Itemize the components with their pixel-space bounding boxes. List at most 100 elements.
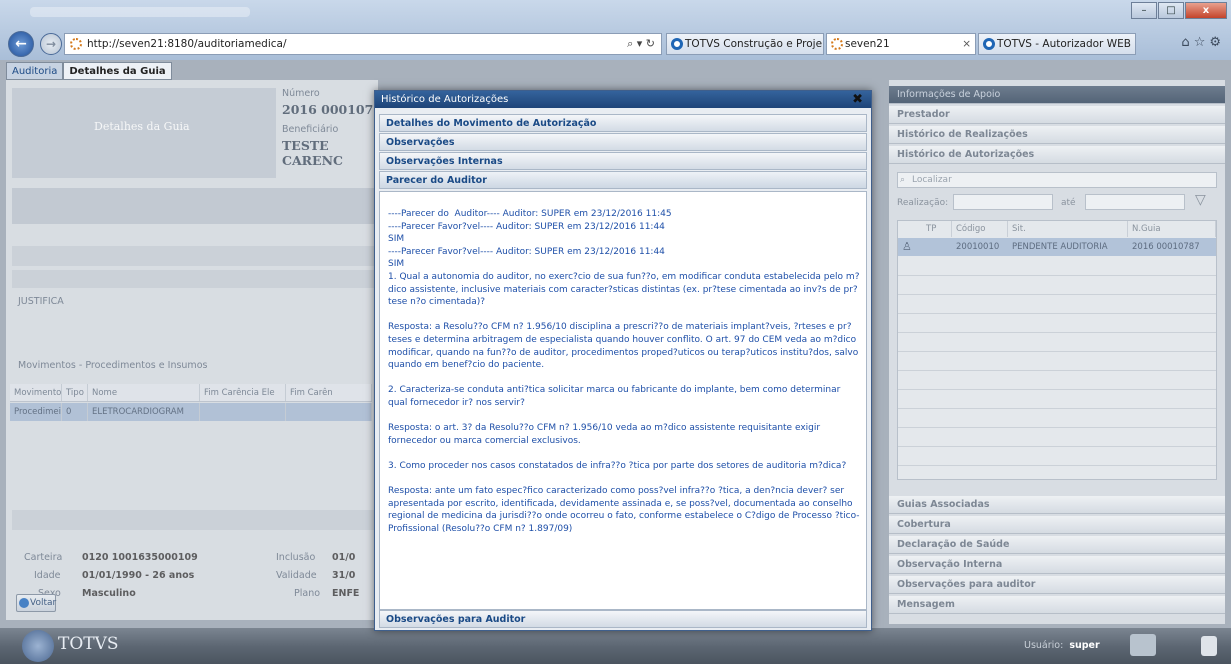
beneficiario-label: Beneficiário: [282, 124, 339, 135]
col-fim-carencia[interactable]: Fim Carên: [286, 384, 372, 401]
apoio-section-prestador[interactable]: Prestador: [889, 106, 1225, 124]
tab-auditoria[interactable]: Auditoria: [6, 62, 64, 80]
page-loading-icon: [70, 38, 82, 50]
user-info: Usuário: super: [1024, 640, 1100, 651]
info-strip: [12, 270, 378, 288]
apoio-section-cobertura[interactable]: Cobertura: [889, 516, 1225, 534]
home-icon[interactable]: ⌂: [1181, 35, 1193, 50]
apoio-section-observacao-interna[interactable]: Observação Interna: [889, 556, 1225, 574]
section-observacoes[interactable]: Observações: [379, 133, 867, 151]
section-parecer-auditor[interactable]: Parecer do Auditor: [379, 171, 867, 189]
carteira-value: 0120 1001635000109: [82, 552, 198, 563]
realizacao-end-input[interactable]: [1085, 194, 1185, 210]
browser-tab-label: TOTVS Construção e Proje...: [685, 38, 824, 50]
col-codigo[interactable]: Código: [952, 221, 1008, 237]
col-movimento[interactable]: Movimento: [10, 384, 62, 401]
section-detalhes-movimento[interactable]: Detalhes do Movimento de Autorização: [379, 114, 867, 132]
cell-fim-carencia: [286, 403, 372, 421]
close-icon[interactable]: ✖: [852, 91, 863, 108]
sexo-value: Masculino: [82, 588, 136, 599]
totvs-logo-icon: [22, 630, 54, 662]
favorites-star-icon[interactable]: ☆: [1194, 35, 1210, 50]
usuario-value: super: [1069, 640, 1100, 651]
cell-movimento: Procedimei: [10, 403, 62, 421]
home-icon[interactable]: [1130, 634, 1156, 656]
window-titlebar: – □ x: [0, 0, 1231, 27]
search-refresh-icon[interactable]: ⌕ ▾ ↻: [627, 34, 655, 54]
footer-bar: TOTVS Usuário: super: [0, 628, 1231, 664]
col-guia[interactable]: N.Guia: [1128, 221, 1216, 237]
search-icon: ⌕: [900, 175, 906, 185]
browser-tab-construcao[interactable]: TOTVS Construção e Proje...: [666, 33, 824, 55]
row-divider: [898, 313, 1216, 314]
tab-detalhes-guia[interactable]: Detalhes da Guia: [63, 62, 172, 80]
table-row[interactable]: ♙ 20010010 PENDENTE AUDITORIA 2016 00010…: [898, 238, 1216, 256]
address-bar[interactable]: http://seven21:8180/auditoriamedica/ ⌕ ▾…: [64, 33, 662, 55]
forward-button[interactable]: →: [40, 33, 62, 55]
idade-value: 01/01/1990 - 26 anos: [82, 570, 195, 581]
section-observacoes-para-auditor[interactable]: Observações para Auditor: [379, 610, 867, 628]
dialog-title: Histórico de Autorizações: [381, 94, 509, 105]
row-divider: [898, 446, 1216, 447]
window-title-blurred: [30, 7, 250, 17]
back-button[interactable]: ←: [8, 31, 34, 57]
col-fim-carencia-ele[interactable]: Fim Carência Ele: [200, 384, 286, 401]
search-input[interactable]: ⌕ Localizar: [897, 172, 1217, 188]
filter-icon[interactable]: ▽: [1195, 192, 1206, 208]
ate-label: até: [1061, 198, 1076, 208]
col-tipo[interactable]: Tipo: [62, 384, 88, 401]
realizacao-label: Realização:: [897, 198, 949, 208]
apoio-section-historico-realizacoes[interactable]: Histórico de Realizações: [889, 126, 1225, 144]
app-tabs: Auditoria Detalhes da Guia: [6, 62, 172, 80]
realizacao-start-input[interactable]: [953, 194, 1053, 210]
guia-section-title: Detalhes da Guia: [94, 120, 190, 133]
autorizacoes-table: TP Código Sit. N.Guia ♙ 20010010 PENDENT…: [897, 220, 1217, 480]
info-strip: [12, 510, 378, 530]
close-window-button[interactable]: x: [1185, 2, 1227, 19]
apoio-section-guias-associadas[interactable]: Guias Associadas: [889, 496, 1225, 514]
apoio-section-declaracao-saude[interactable]: Declaração de Saúde: [889, 536, 1225, 554]
search-placeholder: Localizar: [912, 175, 952, 185]
browser-chrome: – □ x ← → http://seven21:8180/auditoriam…: [0, 0, 1231, 60]
table-row[interactable]: Procedimei 0 ELETROCARDIOGRAM: [10, 403, 372, 421]
movimentos-title: Movimentos - Procedimentos e Insumos: [18, 360, 208, 371]
cell-guia: 2016 00010787: [1132, 242, 1200, 252]
toolbar-icons: ⌂☆⚙: [1181, 35, 1225, 50]
col-nome[interactable]: Nome: [88, 384, 200, 401]
browser-tab-label: seven21: [845, 38, 890, 50]
beneficiario-value: TESTE CARENC: [282, 138, 343, 168]
apoio-section-observacoes-auditor[interactable]: Observações para auditor: [889, 576, 1225, 594]
address-url: http://seven21:8180/auditoriamedica/: [87, 38, 287, 50]
inclusao-value: 01/0: [332, 552, 356, 563]
cell-tipo: 0: [62, 403, 88, 421]
numero-label: Número: [282, 88, 320, 99]
plano-value: ENFE: [332, 588, 360, 599]
minimize-button[interactable]: –: [1131, 2, 1157, 19]
carteira-label: Carteira: [24, 552, 63, 563]
cell-nome: ELETROCARDIOGRAM: [88, 403, 200, 421]
section-observacoes-internas[interactable]: Observações Internas: [379, 152, 867, 170]
col-situacao[interactable]: Sit.: [1008, 221, 1128, 237]
voltar-button[interactable]: Voltar: [16, 594, 56, 612]
cell-situacao: PENDENTE AUDITORIA: [1012, 242, 1108, 252]
tab-close-icon[interactable]: ×: [962, 34, 971, 54]
brand-name: TOTVS: [58, 634, 119, 654]
info-block: [12, 188, 378, 224]
col-tp[interactable]: TP: [922, 221, 952, 237]
movimentos-grid-header: Movimento Tipo Nome Fim Carência Ele Fim…: [10, 384, 372, 402]
numero-value: 2016 000107: [282, 102, 374, 117]
lock-icon[interactable]: [1201, 636, 1217, 656]
totvs-tab-icon: [983, 38, 995, 50]
browser-tab-autorizador[interactable]: TOTVS - Autorizador WEB: [978, 33, 1136, 55]
apoio-section-historico-autorizacoes[interactable]: Histórico de Autorizações: [889, 146, 1225, 164]
validade-label: Validade: [276, 570, 317, 581]
row-divider: [898, 351, 1216, 352]
apoio-title: Informações de Apoio: [889, 86, 1225, 104]
maximize-button[interactable]: □: [1158, 2, 1184, 19]
browser-tab-seven21[interactable]: seven21 ×: [826, 33, 976, 55]
window-controls: – □ x: [1131, 2, 1227, 19]
justifica-label: JUSTIFICA: [18, 296, 64, 307]
settings-gear-icon[interactable]: ⚙: [1209, 35, 1225, 50]
apoio-section-mensagem[interactable]: Mensagem: [889, 596, 1225, 614]
totvs-tab-icon: [671, 38, 683, 50]
